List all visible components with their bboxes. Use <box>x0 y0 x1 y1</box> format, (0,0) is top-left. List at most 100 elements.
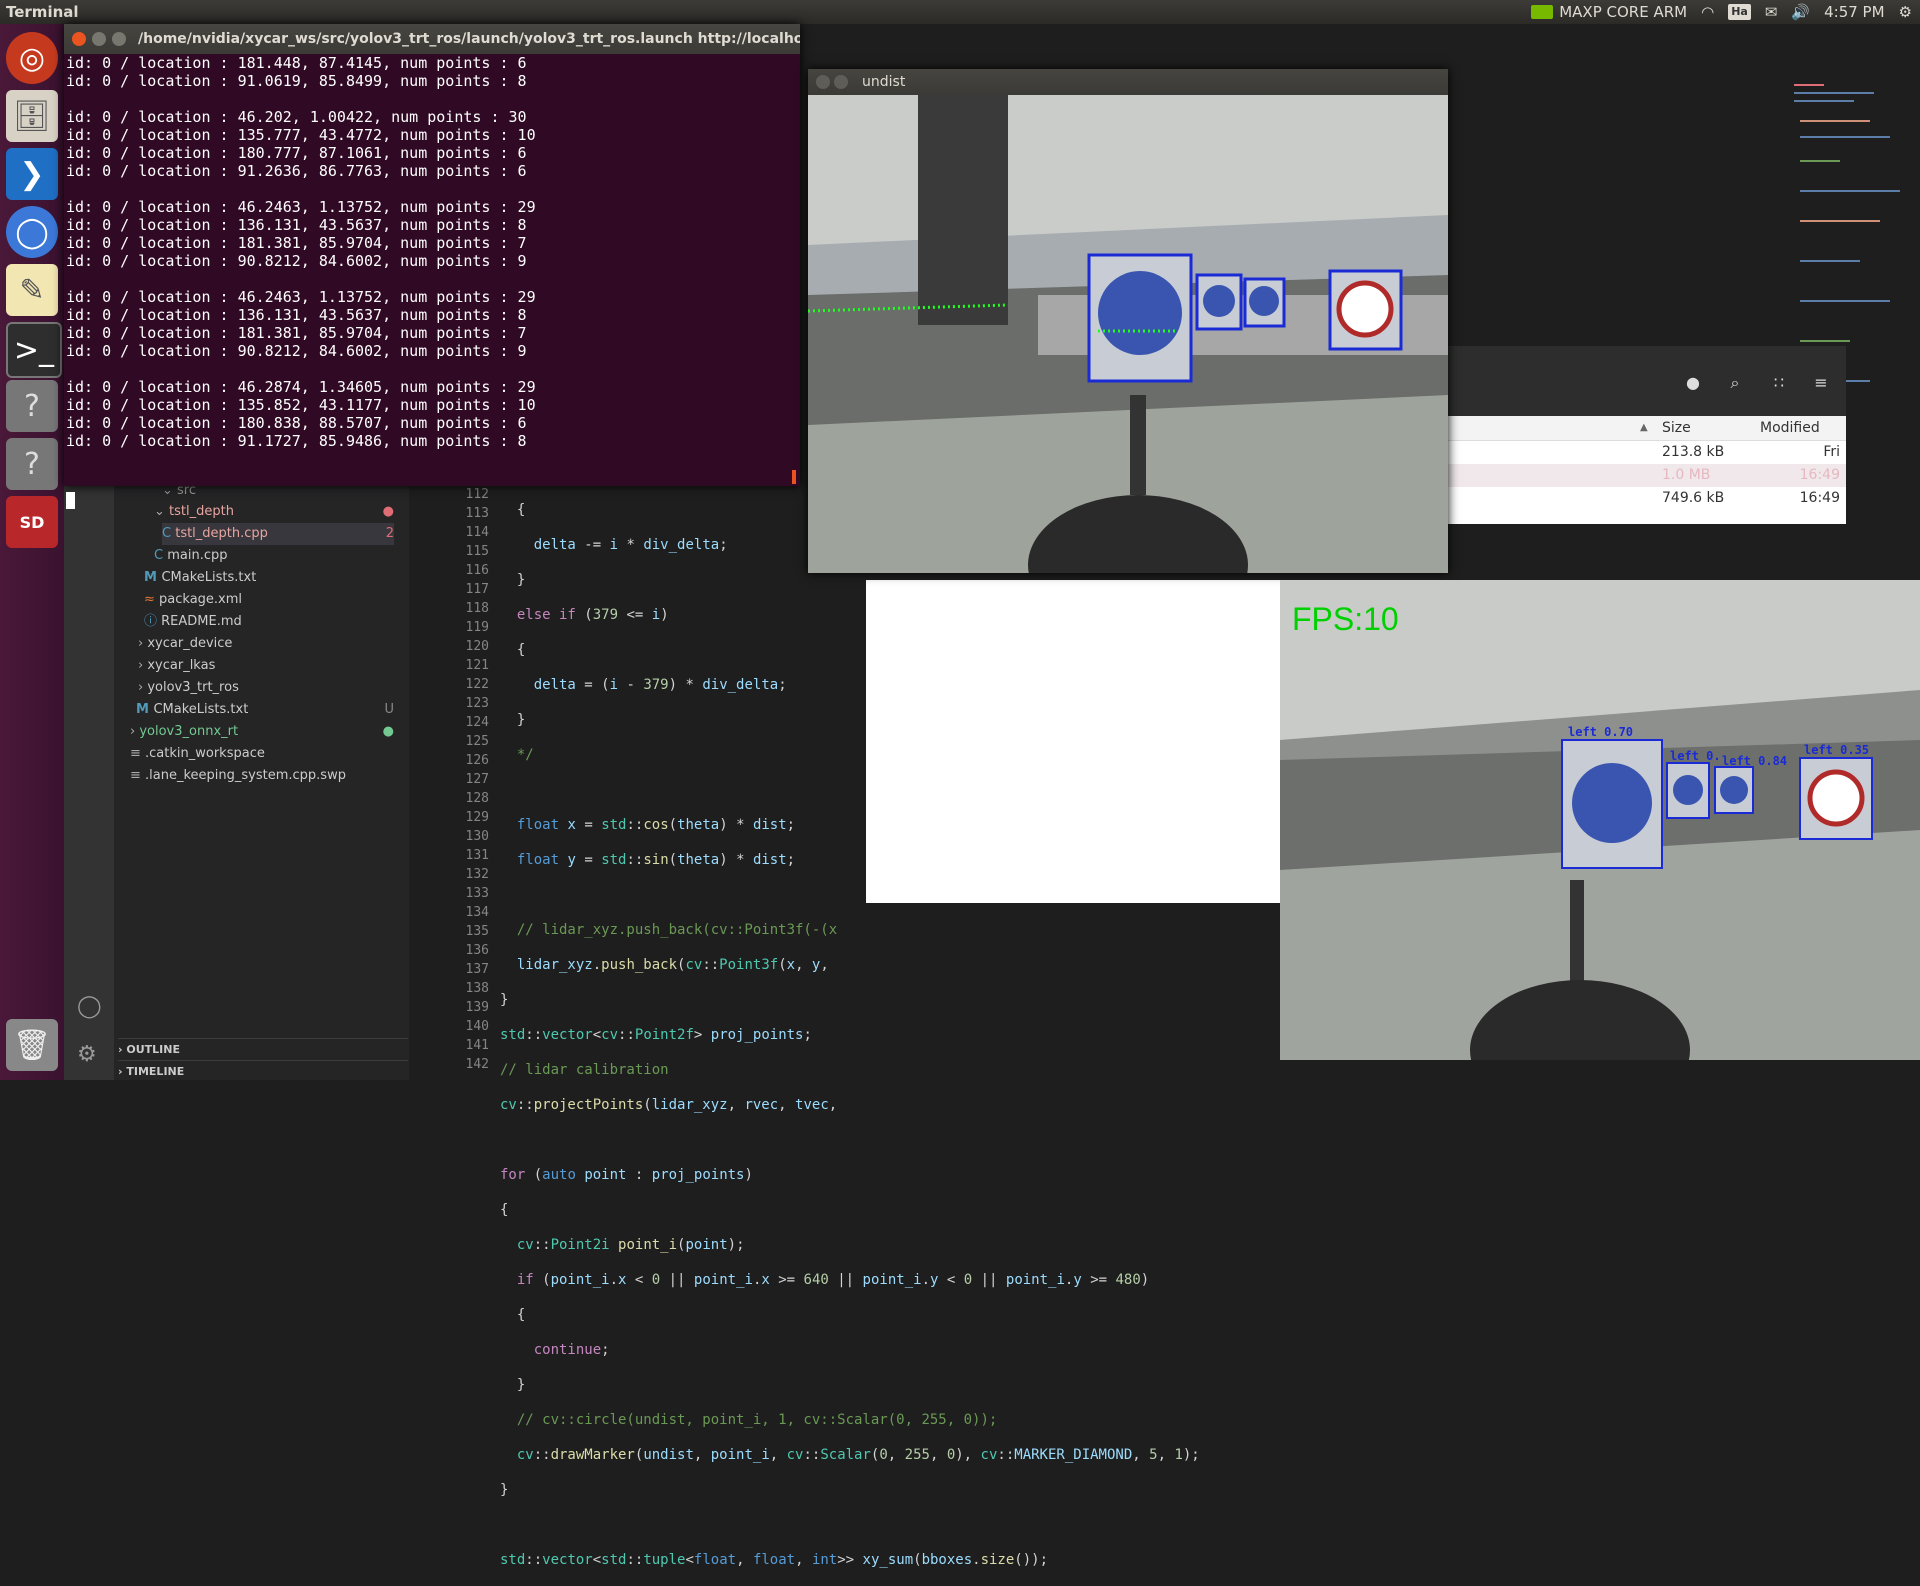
tree-folder-yolov3-trt-ros[interactable]: › yolov3_trt_ros <box>138 677 394 699</box>
line-number: 114 <box>465 525 489 540</box>
chevron-right-icon: › <box>138 658 148 673</box>
terminal-titlebar[interactable]: /home/nvidia/xycar_ws/src/yolov3_trt_ros… <box>64 24 800 54</box>
size-column-header[interactable]: Size <box>1662 416 1691 440</box>
cpp-file-icon: C <box>154 548 168 563</box>
chevron-right-icon: › <box>138 680 148 695</box>
terminal-line: id: 0 / location : 135.852, 43.1177, num… <box>66 396 536 414</box>
chevron-right-icon: › <box>138 636 148 651</box>
keyboard-layout[interactable]: Ha <box>1728 4 1751 20</box>
tree-folder-tstl-depth[interactable]: ⌄ tstl_depth ● <box>154 501 394 523</box>
chromium-icon[interactable]: ◯ <box>6 206 58 258</box>
minimize-icon[interactable] <box>92 32 106 46</box>
wifi-icon[interactable]: ◠ <box>1701 0 1714 24</box>
line-number: 113 <box>465 506 489 521</box>
tree-file-swp[interactable]: ≡ .lane_keeping_system.cpp.swp <box>130 765 394 787</box>
file-manager-icon[interactable]: 🗄 <box>6 90 58 142</box>
unknown-app-icon[interactable]: ? <box>6 438 58 490</box>
terminal-cursor <box>66 492 75 509</box>
outline-section[interactable]: › OUTLINE <box>118 1038 408 1061</box>
line-number: 128 <box>465 791 489 806</box>
trash-icon[interactable]: 🗑 <box>6 1019 58 1071</box>
tree-folder-yolov3-onnx-rt[interactable]: › yolov3_onnx_rt ● <box>130 721 394 743</box>
terminal-line: id: 0 / location : 181.381, 85.9704, num… <box>66 324 527 342</box>
terminal-scrollbar[interactable] <box>792 470 796 484</box>
tree-file-tstl-depth-cpp[interactable]: C tstl_depth.cpp 2 <box>162 523 394 545</box>
manage-gear-icon[interactable]: ⚙ <box>77 1042 97 1067</box>
text-editor-icon[interactable]: ✎ <box>6 264 58 316</box>
tree-file-main-cpp[interactable]: C main.cpp <box>154 545 394 567</box>
terminal-line: id: 0 / location : 91.0619, 85.8499, num… <box>66 72 527 90</box>
detection-label: left 0. <box>1670 749 1721 763</box>
line-number: 129 <box>465 810 489 825</box>
line-number: 125 <box>465 734 489 749</box>
nvidia-product[interactable]: MAXP CORE ARM <box>1531 0 1687 24</box>
record-icon[interactable]: ● <box>1684 374 1702 392</box>
settings-gear-icon[interactable]: ⚙ <box>1899 0 1912 24</box>
tree-folder-xycar-lkas[interactable]: › xycar_lkas <box>138 655 394 677</box>
undist-titlebar[interactable]: undist <box>808 69 1448 95</box>
file-row[interactable]: 213.8 kB Fri <box>1448 441 1846 464</box>
line-number: 127 <box>465 772 489 787</box>
grid-view-icon[interactable]: ∷ <box>1770 374 1788 392</box>
detection-label: left 0.35 <box>1804 743 1869 757</box>
tree-folder-xycar-device[interactable]: › xycar_device <box>138 633 394 655</box>
line-number: 123 <box>465 696 489 711</box>
line-number: 130 <box>465 829 489 844</box>
undist-window[interactable]: undist <box>808 69 1448 573</box>
terminal-icon[interactable]: >_ <box>6 322 62 378</box>
search-icon[interactable]: ⌕ <box>1726 374 1744 392</box>
undist-camera-view <box>808 95 1448 573</box>
line-number: 133 <box>465 886 489 901</box>
detection-label: left 0.70 <box>1568 725 1633 739</box>
unknown-app-icon[interactable]: ? <box>6 380 58 432</box>
cmake-file-icon: M <box>136 702 154 717</box>
file-manager-toolbar: ● ⌕ ∷ ≡ <box>1448 346 1846 416</box>
ubuntu-dash-icon[interactable]: ◎ <box>6 32 58 84</box>
vscode-icon[interactable]: ❯ <box>6 148 58 200</box>
nvidia-logo-icon <box>1531 5 1554 19</box>
xml-file-icon: ≈ <box>144 592 160 607</box>
tree-file-readme[interactable]: ⓘ README.md <box>144 611 394 633</box>
text-file-icon: ≡ <box>130 746 146 761</box>
detection-label: left 0.84 <box>1722 754 1787 768</box>
menu-icon[interactable]: ≡ <box>1812 374 1830 392</box>
text-file-icon: ≡ <box>130 768 146 783</box>
tree-file-cmakelists-root[interactable]: M CMakeLists.txt U <box>136 699 394 721</box>
close-icon[interactable] <box>72 32 86 46</box>
file-row[interactable]: 749.6 kB 16:49 <box>1448 487 1846 510</box>
tree-file-package-xml[interactable]: ≈ package.xml <box>144 589 394 611</box>
maximize-icon[interactable] <box>112 32 126 46</box>
line-number: 134 <box>465 905 489 920</box>
terminal-line: id: 0 / location : 90.8212, 84.6002, num… <box>66 342 527 360</box>
line-number: 139 <box>465 1000 489 1015</box>
volume-icon[interactable]: 🔊 <box>1791 0 1810 24</box>
left-turn-sign-icon <box>1572 763 1652 843</box>
terminal-output[interactable]: id: 0 / location : 181.448, 87.4145, num… <box>66 54 796 450</box>
terminal-line: id: 0 / location : 46.2463, 1.13752, num… <box>66 198 536 216</box>
line-number: 138 <box>465 981 489 996</box>
line-number: 140 <box>465 1019 489 1034</box>
terminal-window[interactable]: /home/nvidia/xycar_ws/src/yolov3_trt_ros… <box>64 24 800 509</box>
person-legs <box>918 95 1008 325</box>
close-icon[interactable] <box>816 75 830 89</box>
terminal-line: id: 0 / location : 91.2636, 86.7763, num… <box>66 162 527 180</box>
no-left-turn-sign-icon <box>1336 280 1394 338</box>
clock[interactable]: 4:57 PM <box>1824 0 1884 24</box>
line-number: 120 <box>465 639 489 654</box>
modified-column-header[interactable]: Modified <box>1760 416 1820 440</box>
left-turn-sign-icon <box>1720 776 1748 804</box>
terminal-line: id: 0 / location : 136.131, 43.5637, num… <box>66 306 527 324</box>
account-icon[interactable]: ◯ <box>77 994 102 1019</box>
sort-asc-icon[interactable]: ▲ <box>1640 416 1648 440</box>
terminal-line: id: 0 / location : 181.448, 87.4145, num… <box>66 54 527 72</box>
file-row[interactable]: 1.0 MB 16:49 <box>1448 464 1846 487</box>
tree-file-catkin-workspace[interactable]: ≡ .catkin_workspace <box>130 743 394 765</box>
mail-icon[interactable]: ✉ <box>1765 0 1778 24</box>
tree-file-cmakelists[interactable]: M CMakeLists.txt <box>144 567 394 589</box>
system-tray: MAXP CORE ARM ◠ Ha ✉ 🔊 4:57 PM ⚙ <box>1531 0 1912 24</box>
minimize-icon[interactable] <box>834 75 848 89</box>
sd-card-icon[interactable]: SD <box>6 496 58 548</box>
